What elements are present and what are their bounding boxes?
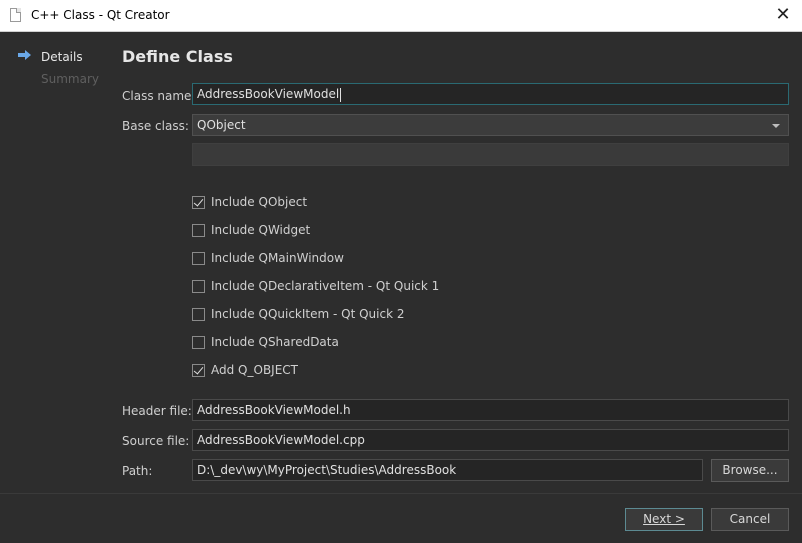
checkbox-checked-icon — [192, 196, 205, 209]
next-button[interactable]: Next > — [625, 508, 703, 531]
checkbox-icon — [192, 252, 205, 265]
source-file-input[interactable]: AddressBookViewModel.cpp — [192, 429, 789, 451]
browse-button[interactable]: Browse... — [711, 459, 789, 482]
header-file-label: Header file: — [122, 404, 192, 418]
base-class-select[interactable]: QObject — [192, 114, 789, 136]
checkbox-icon — [192, 336, 205, 349]
checkbox-icon — [192, 308, 205, 321]
checkbox-checked-icon — [192, 364, 205, 377]
title-bar: C++ Class - Qt Creator ✕ — [0, 0, 802, 32]
source-file-label: Source file: — [122, 434, 190, 448]
class-name-label: Class name: — [122, 89, 196, 103]
class-name-input[interactable]: AddressBookViewModel — [192, 83, 789, 105]
disabled-field — [192, 143, 789, 166]
chevron-down-icon — [772, 124, 780, 128]
step-details: Details — [41, 50, 83, 64]
window-title: C++ Class - Qt Creator — [31, 8, 170, 22]
checkbox-icon — [192, 280, 205, 293]
class-name-value: AddressBookViewModel — [197, 87, 340, 101]
path-label: Path: — [122, 464, 153, 478]
footer-separator — [0, 493, 802, 494]
checkbox-icon — [192, 224, 205, 237]
cancel-button[interactable]: Cancel — [711, 508, 789, 531]
header-file-input[interactable]: AddressBookViewModel.h — [192, 399, 789, 421]
base-class-label: Base class: — [122, 119, 189, 133]
base-class-value: QObject — [197, 118, 246, 132]
close-icon[interactable]: ✕ — [774, 5, 792, 25]
document-icon — [10, 8, 21, 22]
path-input[interactable]: D:\_dev\wy\MyProject\Studies\AddressBook — [192, 459, 703, 481]
arrow-right-icon — [18, 50, 31, 60]
step-summary: Summary — [41, 72, 99, 86]
page-title: Define Class — [122, 47, 233, 66]
